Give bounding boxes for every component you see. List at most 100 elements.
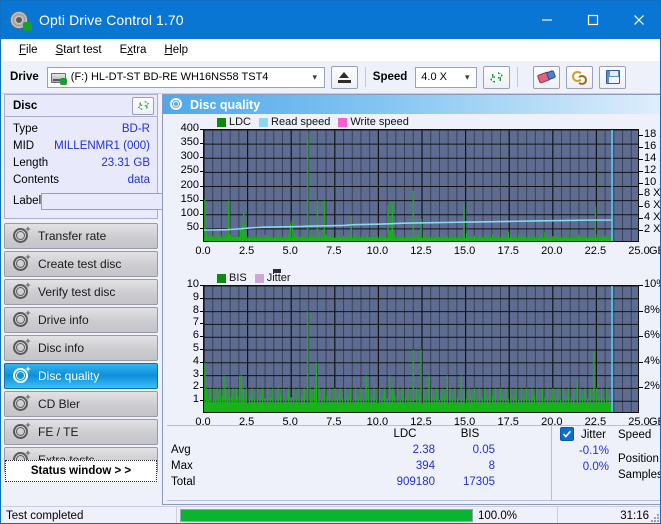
- menu-bar: File Start test Extra Help: [2, 39, 660, 61]
- y-axis-tick: 400: [180, 122, 199, 134]
- save-button[interactable]: [599, 65, 627, 89]
- tick-mark: [639, 285, 643, 286]
- x-axis-tick: 15.0: [453, 416, 476, 428]
- y2-axis-tick: 10%: [644, 278, 660, 290]
- stats-value-ldc: 909180: [396, 476, 435, 488]
- sidebar-item-create-test-disc[interactable]: Create test disc: [4, 251, 158, 277]
- menu-help[interactable]: Help: [155, 42, 197, 58]
- stats-row-label: Avg: [171, 444, 191, 456]
- erase-button[interactable]: [533, 65, 561, 89]
- refresh-button[interactable]: [483, 65, 511, 89]
- jitter-checkbox[interactable]: [560, 427, 574, 441]
- tick-mark: [200, 297, 203, 299]
- y2-axis-tick: 16 X: [644, 139, 660, 152]
- disc-label-row: Label: [13, 191, 251, 211]
- sidebar-item-label: FE / TE: [38, 425, 79, 439]
- x-axis-tick: 20.0: [541, 245, 563, 257]
- y-axis-tick: 9: [192, 290, 199, 303]
- sidebar-item-disc-quality[interactable]: Disc quality: [4, 363, 158, 389]
- x-axis-tick: 10.0: [366, 245, 389, 257]
- tick-mark: [200, 323, 203, 325]
- speed-select[interactable]: 4.0 X ▾: [415, 66, 478, 88]
- eject-button[interactable]: [330, 65, 358, 89]
- elapsed-cell: 31:16: [557, 506, 660, 523]
- legend-swatch: [217, 273, 226, 283]
- x-axis-tick: 2.5: [238, 416, 255, 428]
- stats-vertical-divider: [551, 425, 552, 500]
- tick-mark: [200, 361, 203, 363]
- sidebar-item-fe-te[interactable]: FE / TE: [4, 419, 158, 445]
- disc-row-key: MID: [13, 139, 35, 152]
- legend-label: Jitter: [266, 272, 291, 284]
- tick-mark: [639, 170, 643, 172]
- stats-area: LDC BIS Avg 2.38 0.05 Max 394 8 Total 909180 17305…: [163, 425, 660, 504]
- title-bar: Opti Drive Control 1.70: [1, 1, 660, 39]
- plot-area: [203, 285, 639, 413]
- tick-mark: [639, 336, 643, 338]
- menu-start-test[interactable]: Start test: [47, 42, 111, 58]
- tick-mark: [639, 230, 643, 232]
- minimize-icon[interactable]: [524, 1, 570, 39]
- maximize-icon[interactable]: [570, 1, 616, 39]
- y2-axis-tick: 4 X: [644, 211, 661, 224]
- disc-icon: [11, 254, 31, 274]
- resize-grip-icon[interactable]: [649, 512, 659, 522]
- progress-fill: [181, 510, 472, 521]
- progress-cell: 100.0%: [176, 506, 557, 523]
- x-axis-tick: 0.0: [195, 416, 211, 428]
- tick-mark: [200, 199, 203, 201]
- app-disc-icon: [9, 9, 32, 31]
- y-axis-tick: 3: [192, 367, 199, 380]
- y-axis-tick: 50: [186, 220, 199, 233]
- disc-row-key: Type: [13, 122, 38, 135]
- sidebar-item-cd-bler[interactable]: CD Bler: [4, 391, 158, 417]
- y-axis-tick: 4: [192, 354, 199, 367]
- menu-extra[interactable]: Extra: [111, 42, 156, 58]
- legend-swatch: [217, 117, 226, 127]
- sidebar-item-label: Transfer rate: [38, 229, 107, 243]
- drive-select[interactable]: (F:) HL-DT-ST BD-RE WH16NS58 TST4 ▾: [46, 66, 325, 88]
- tools-button[interactable]: [566, 65, 594, 89]
- plot-area: [203, 129, 639, 242]
- elapsed-time: 31:16: [620, 509, 649, 522]
- x-axis-tick: 12.5: [410, 245, 432, 257]
- sidebar-item-verify-test-disc[interactable]: Verify test disc: [4, 279, 158, 305]
- status-window-button[interactable]: Status window > >: [5, 460, 157, 482]
- sidebar-item-transfer-rate[interactable]: Transfer rate: [4, 223, 158, 249]
- sidebar-item-label: Verify test disc: [38, 285, 116, 299]
- disc-icon: [11, 338, 31, 358]
- refresh-icon: [489, 70, 504, 85]
- y2-axis-tick: 8 X: [644, 187, 661, 200]
- tick-mark: [200, 400, 203, 402]
- close-icon[interactable]: [616, 1, 660, 39]
- y-axis-tick: 2: [192, 380, 199, 393]
- y-axis-tick: 1: [192, 393, 199, 406]
- tick-mark: [639, 361, 643, 363]
- disc-quality-icon: [168, 97, 184, 112]
- chart-legend: BIS Jitter: [217, 272, 299, 284]
- jitter-label: Jitter: [581, 429, 606, 441]
- disc-icon: [11, 422, 31, 442]
- x-axis-unit: GB: [649, 245, 660, 257]
- y2-axis-tick: 4%: [644, 354, 660, 367]
- disc-row-value: 23.31 GB: [101, 156, 150, 169]
- sidebar-item-label: Create test disc: [38, 257, 122, 271]
- tick-mark: [200, 157, 203, 159]
- legend-label: Read speed: [271, 116, 331, 128]
- tick-mark: [639, 146, 643, 148]
- stats-value-bis: 0.05: [472, 444, 495, 456]
- x-axis-tick: 15.0: [453, 245, 476, 257]
- app-window: Opti Drive Control 1.70 File Start test …: [0, 0, 661, 524]
- tick-mark: [639, 218, 643, 220]
- stats-divider-top: [167, 425, 660, 426]
- sidebar-item-label: Disc quality: [38, 369, 100, 383]
- sidebar-item-disc-info[interactable]: Disc info: [4, 335, 158, 361]
- menu-file[interactable]: File: [10, 42, 47, 58]
- x-axis-tick: 5.0: [282, 245, 298, 257]
- disc-refresh-button[interactable]: [132, 96, 154, 115]
- stats-row-label: Max: [171, 460, 193, 472]
- disc-row-type: Type BD-R: [13, 120, 150, 137]
- tick-mark: [200, 227, 203, 229]
- y-axis-tick: 5: [192, 342, 199, 354]
- sidebar-item-drive-info[interactable]: Drive info: [4, 307, 158, 333]
